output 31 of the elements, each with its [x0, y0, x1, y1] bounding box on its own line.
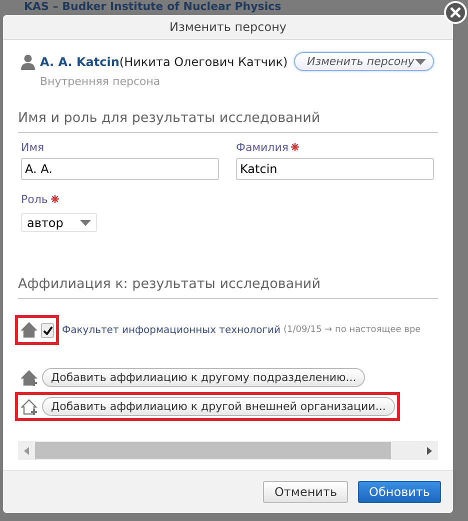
- page-title: KAS – Budker Institute of Nuclear Physics: [24, 0, 282, 13]
- affiliation-period: (1/09/15 → по настоящее вре: [284, 325, 421, 335]
- role-select[interactable]: автор: [21, 213, 97, 232]
- add-affiliation-button[interactable]: Добавить аффилиацию к другому подразделению...: [42, 368, 366, 387]
- person-full-name: (Никита Олегович Катчик): [119, 55, 288, 69]
- update-button[interactable]: Обновить: [358, 481, 441, 503]
- field-label: Имя: [21, 141, 46, 154]
- add-affiliation-button[interactable]: Добавить аффилиацию к другой внешней организации...: [42, 397, 395, 416]
- cancel-button[interactable]: Отменить: [263, 481, 348, 503]
- house-plus-icon: [21, 370, 39, 386]
- edit-person-button[interactable]: Изменить персону: [294, 52, 434, 71]
- horizontal-scrollbar[interactable]: [18, 441, 438, 460]
- affiliation-name[interactable]: Факультет информационных технологий: [62, 324, 280, 336]
- person-icon: [20, 54, 36, 70]
- person-name[interactable]: A. A. Katcin: [40, 55, 120, 69]
- person-type: Внутренняя персона: [40, 75, 162, 88]
- checkbox[interactable]: [41, 322, 54, 338]
- section-heading: Аффилиация к: результаты исследований: [18, 276, 438, 299]
- close-button[interactable]: [444, 1, 467, 24]
- house-plus-icon: [21, 398, 39, 414]
- close-icon: [450, 7, 461, 18]
- text-field[interactable]: A. A.: [21, 158, 219, 180]
- caret-icon: [415, 58, 426, 64]
- field-label: Фамилия: [236, 141, 434, 154]
- field-label: Роль: [21, 193, 438, 206]
- house-icon: [21, 322, 37, 338]
- section-heading: Имя и роль для результаты исследований: [18, 110, 438, 133]
- text-field[interactable]: Katcin: [236, 158, 434, 180]
- dialog-title: Изменить персону: [3, 15, 453, 40]
- caret-icon: [80, 220, 91, 226]
- scroll-right-icon[interactable]: [427, 446, 432, 454]
